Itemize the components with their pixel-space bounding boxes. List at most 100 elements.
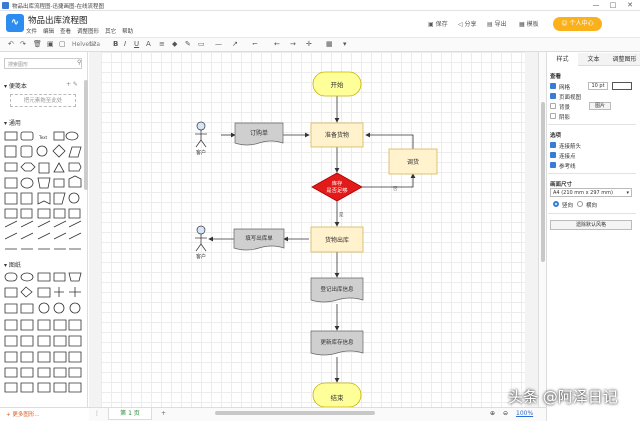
actor-customer-2[interactable]: 客户 [195,225,207,260]
node-prepare[interactable]: 准备货物 [310,122,364,148]
background-image-button[interactable]: 图片 [589,102,611,110]
underline-icon[interactable]: U [134,40,139,48]
zoom-out-icon[interactable]: ⊖ [503,410,508,417]
node-adjust[interactable]: 调货 [388,148,438,175]
node-form-doc[interactable]: 填写出库单 [233,228,285,251]
node-update-doc[interactable]: 更新库存信息 [310,330,364,356]
grid-checkbox[interactable] [550,83,556,89]
portrait-radio[interactable] [553,201,559,207]
shadow-icon[interactable]: ▭ [198,40,205,48]
actor-customer-1[interactable]: 客户 [195,121,207,156]
italic-icon[interactable]: I [124,40,126,48]
save-button[interactable]: ▣ 保存 [428,19,448,28]
table-icon[interactable]: ▦ [326,40,333,48]
canvas-horizontal-scrollbar[interactable] [215,411,375,415]
insert-icon[interactable]: ✛ [306,40,312,48]
menu-extras[interactable]: 其它 [105,27,116,35]
connection-points-checkbox[interactable] [550,152,556,158]
personal-center-button[interactable]: ☺ 个人中心 [553,17,602,31]
node-ship[interactable]: 货物出库 [310,226,364,253]
misc-shapes-grid[interactable] [3,270,83,400]
node-register-doc[interactable]: 登记出库信息 [310,277,364,303]
edge-adjust-prepare [365,132,414,149]
grid-size-input[interactable]: 10 pt [588,82,608,90]
redo-icon[interactable]: ↷ [20,40,26,48]
menu-view[interactable]: 查看 [60,27,71,35]
zoom-level[interactable]: 100% [516,410,533,417]
chevron-down-icon: ▾ [626,190,629,196]
line-color-icon[interactable]: ✎ [185,40,191,48]
menu-edit[interactable]: 编辑 [43,27,54,35]
document-title[interactable]: 物品出库流程图 [28,14,88,26]
menu-file[interactable]: 文件 [26,27,37,35]
sidebar-scrollbar[interactable] [84,80,88,190]
background-label: 背景 [559,105,571,111]
tab-text[interactable]: 文本 [578,53,609,66]
maximize-button[interactable]: □ [605,0,621,11]
landscape-radio[interactable] [577,201,583,207]
node-end[interactable]: 结束 [312,382,362,407]
svg-text:是否足够: 是否足够 [326,186,348,194]
guides-checkbox[interactable] [550,162,556,168]
svg-text:客户: 客户 [196,253,206,260]
menu-help[interactable]: 帮助 [122,27,133,35]
grid-color-swatch[interactable] [612,82,632,90]
connection-arrows-label: 连接箭头 [559,144,582,150]
watermark: 头条 @阿泽日记 [508,388,618,406]
font-size-select[interactable]: 12 [89,41,97,48]
scratchpad-header[interactable]: ▾ 便笺本 [4,81,27,90]
bold-icon[interactable]: B [113,40,118,48]
share-button[interactable]: ◁ 分享 [458,19,477,28]
template-button[interactable]: ▦ 模板 [519,19,539,28]
close-window-button[interactable]: ✕ [622,0,638,11]
text-color-icon[interactable]: A [146,40,151,48]
svg-text:开始: 开始 [331,80,345,89]
canvas-vertical-scrollbar[interactable] [538,52,546,407]
more-icon[interactable]: ▾ [343,40,347,48]
divider [548,124,636,125]
tab-arrange[interactable]: 调整图形 [609,53,640,66]
align-icon[interactable]: ≡ [159,40,165,48]
connector-icon[interactable]: ↗ [232,40,238,48]
more-shapes-link[interactable]: + 更多图形... [6,410,40,418]
menu-arrange[interactable]: 调整图形 [77,27,99,35]
page-tab-1[interactable]: 第 1 页 [108,408,152,420]
minimize-button[interactable]: — [588,0,604,11]
paper-size-select[interactable]: A4 (210 mm x 297 mm) ▾ [550,188,632,197]
zoom-in-icon[interactable]: ⊕ [490,410,495,417]
undo-icon[interactable]: ↶ [8,40,14,48]
scratchpad-dropzone[interactable]: 把元素拖至此处 [10,94,76,107]
svg-text:结束: 结束 [331,393,345,402]
scratchpad-add-icon[interactable]: + ✎ [66,81,78,88]
fill-color-icon[interactable]: ◆ [172,40,177,48]
node-start[interactable]: 开始 [312,71,362,97]
delete-icon[interactable]: 🗑 [33,40,42,48]
add-page-button[interactable]: + [161,410,166,417]
page-view-label: 页面视图 [559,95,582,101]
tab-style[interactable]: 样式 [547,53,578,66]
shadow-checkbox[interactable] [550,113,556,119]
connection-arrows-checkbox[interactable] [550,142,556,148]
user-icon: ☺ [561,20,570,27]
background-checkbox[interactable] [550,103,556,109]
view-section-title: 查看 [550,74,562,80]
shape-search-input[interactable]: 搜索图形 [4,58,82,69]
page-view-checkbox[interactable] [550,93,556,99]
svg-text:Text: Text [38,135,48,140]
general-shapes-grid[interactable]: Text [3,129,83,254]
bring-front-icon[interactable]: ▣ [47,40,54,48]
svg-text:调货: 调货 [407,158,419,166]
general-section-header[interactable]: ▾ 通用 [4,118,21,127]
arrow-end-icon[interactable]: → [290,40,296,48]
node-order-doc[interactable]: 订购单 [234,122,284,146]
waypoint-icon[interactable]: ⌐ [252,40,258,48]
arrow-start-icon[interactable]: ← [274,40,280,48]
line-style-icon[interactable]: — [215,40,222,48]
page-menu-icon[interactable]: ⋮ [94,410,100,417]
misc-section-header[interactable]: ▾ 图纸 [4,260,21,269]
export-button[interactable]: ▤ 导出 [487,19,507,28]
send-back-icon[interactable]: ▢ [59,40,66,48]
portrait-label: 竖向 [562,203,574,209]
reset-default-style-button[interactable]: 遗除默认风格 [550,220,632,230]
node-decision[interactable]: 库存 是否足够 [311,172,363,202]
